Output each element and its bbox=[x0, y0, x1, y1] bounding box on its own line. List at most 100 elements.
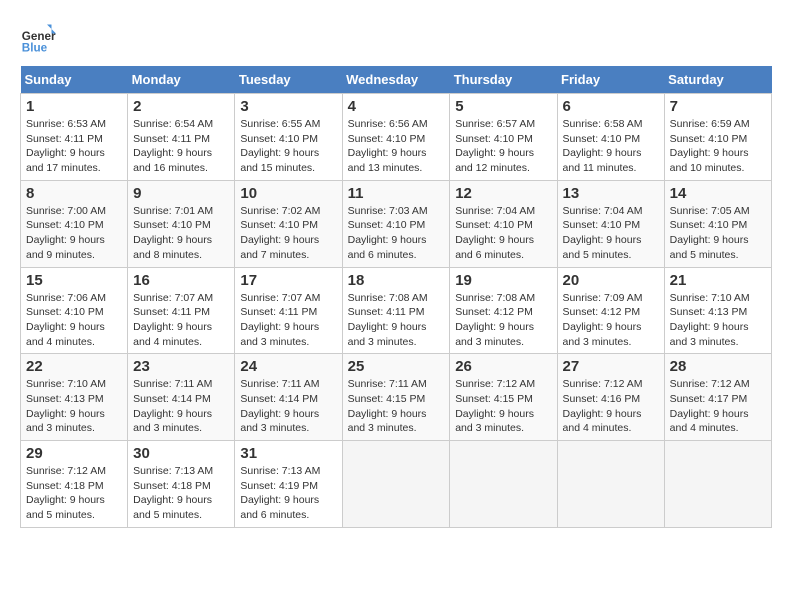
day-info: Sunrise: 7:03 AM Sunset: 4:10 PM Dayligh… bbox=[348, 204, 445, 263]
weekday-header-saturday: Saturday bbox=[664, 66, 771, 94]
day-info: Sunrise: 7:13 AM Sunset: 4:19 PM Dayligh… bbox=[240, 464, 336, 523]
day-number: 3 bbox=[240, 98, 336, 115]
calendar-table: SundayMondayTuesdayWednesdayThursdayFrid… bbox=[20, 66, 772, 528]
day-info: Sunrise: 7:11 AM Sunset: 4:14 PM Dayligh… bbox=[240, 377, 336, 436]
day-number: 17 bbox=[240, 272, 336, 289]
day-number: 5 bbox=[455, 98, 551, 115]
day-number: 22 bbox=[26, 358, 122, 375]
calendar-week-3: 15 Sunrise: 7:06 AM Sunset: 4:10 PM Dayl… bbox=[21, 267, 772, 354]
day-info: Sunrise: 7:12 AM Sunset: 4:17 PM Dayligh… bbox=[670, 377, 766, 436]
calendar-cell: 17 Sunrise: 7:07 AM Sunset: 4:11 PM Dayl… bbox=[235, 267, 342, 354]
weekday-header-sunday: Sunday bbox=[21, 66, 128, 94]
day-number: 12 bbox=[455, 185, 551, 202]
calendar-cell bbox=[342, 441, 450, 528]
day-info: Sunrise: 7:04 AM Sunset: 4:10 PM Dayligh… bbox=[563, 204, 659, 263]
calendar-cell bbox=[557, 441, 664, 528]
weekday-header-tuesday: Tuesday bbox=[235, 66, 342, 94]
day-info: Sunrise: 7:04 AM Sunset: 4:10 PM Dayligh… bbox=[455, 204, 551, 263]
weekday-header-wednesday: Wednesday bbox=[342, 66, 450, 94]
calendar-cell: 1 Sunrise: 6:53 AM Sunset: 4:11 PM Dayli… bbox=[21, 94, 128, 181]
day-info: Sunrise: 7:01 AM Sunset: 4:10 PM Dayligh… bbox=[133, 204, 229, 263]
calendar-cell: 31 Sunrise: 7:13 AM Sunset: 4:19 PM Dayl… bbox=[235, 441, 342, 528]
day-info: Sunrise: 7:08 AM Sunset: 4:11 PM Dayligh… bbox=[348, 291, 445, 350]
day-number: 23 bbox=[133, 358, 229, 375]
day-number: 16 bbox=[133, 272, 229, 289]
day-number: 15 bbox=[26, 272, 122, 289]
calendar-cell: 8 Sunrise: 7:00 AM Sunset: 4:10 PM Dayli… bbox=[21, 180, 128, 267]
day-number: 25 bbox=[348, 358, 445, 375]
calendar-cell: 16 Sunrise: 7:07 AM Sunset: 4:11 PM Dayl… bbox=[128, 267, 235, 354]
weekday-header-thursday: Thursday bbox=[450, 66, 557, 94]
calendar-cell: 15 Sunrise: 7:06 AM Sunset: 4:10 PM Dayl… bbox=[21, 267, 128, 354]
calendar-week-5: 29 Sunrise: 7:12 AM Sunset: 4:18 PM Dayl… bbox=[21, 441, 772, 528]
calendar-cell: 3 Sunrise: 6:55 AM Sunset: 4:10 PM Dayli… bbox=[235, 94, 342, 181]
day-number: 19 bbox=[455, 272, 551, 289]
day-number: 9 bbox=[133, 185, 229, 202]
day-info: Sunrise: 6:54 AM Sunset: 4:11 PM Dayligh… bbox=[133, 117, 229, 176]
calendar-cell: 28 Sunrise: 7:12 AM Sunset: 4:17 PM Dayl… bbox=[664, 354, 771, 441]
day-number: 1 bbox=[26, 98, 122, 115]
svg-text:Blue: Blue bbox=[22, 42, 48, 55]
day-info: Sunrise: 6:59 AM Sunset: 4:10 PM Dayligh… bbox=[670, 117, 766, 176]
day-info: Sunrise: 7:10 AM Sunset: 4:13 PM Dayligh… bbox=[26, 377, 122, 436]
day-info: Sunrise: 6:57 AM Sunset: 4:10 PM Dayligh… bbox=[455, 117, 551, 176]
day-number: 18 bbox=[348, 272, 445, 289]
day-info: Sunrise: 6:58 AM Sunset: 4:10 PM Dayligh… bbox=[563, 117, 659, 176]
calendar-cell: 11 Sunrise: 7:03 AM Sunset: 4:10 PM Dayl… bbox=[342, 180, 450, 267]
day-info: Sunrise: 6:53 AM Sunset: 4:11 PM Dayligh… bbox=[26, 117, 122, 176]
calendar-cell bbox=[450, 441, 557, 528]
calendar-cell: 13 Sunrise: 7:04 AM Sunset: 4:10 PM Dayl… bbox=[557, 180, 664, 267]
day-info: Sunrise: 7:12 AM Sunset: 4:15 PM Dayligh… bbox=[455, 377, 551, 436]
day-number: 10 bbox=[240, 185, 336, 202]
day-number: 11 bbox=[348, 185, 445, 202]
calendar-cell: 30 Sunrise: 7:13 AM Sunset: 4:18 PM Dayl… bbox=[128, 441, 235, 528]
day-info: Sunrise: 6:56 AM Sunset: 4:10 PM Dayligh… bbox=[348, 117, 445, 176]
day-info: Sunrise: 6:55 AM Sunset: 4:10 PM Dayligh… bbox=[240, 117, 336, 176]
day-number: 30 bbox=[133, 445, 229, 462]
day-number: 28 bbox=[670, 358, 766, 375]
day-info: Sunrise: 7:02 AM Sunset: 4:10 PM Dayligh… bbox=[240, 204, 336, 263]
day-info: Sunrise: 7:12 AM Sunset: 4:16 PM Dayligh… bbox=[563, 377, 659, 436]
calendar-cell: 19 Sunrise: 7:08 AM Sunset: 4:12 PM Dayl… bbox=[450, 267, 557, 354]
day-info: Sunrise: 7:10 AM Sunset: 4:13 PM Dayligh… bbox=[670, 291, 766, 350]
calendar-cell: 22 Sunrise: 7:10 AM Sunset: 4:13 PM Dayl… bbox=[21, 354, 128, 441]
calendar-cell: 12 Sunrise: 7:04 AM Sunset: 4:10 PM Dayl… bbox=[450, 180, 557, 267]
day-number: 4 bbox=[348, 98, 445, 115]
calendar-cell: 27 Sunrise: 7:12 AM Sunset: 4:16 PM Dayl… bbox=[557, 354, 664, 441]
day-number: 7 bbox=[670, 98, 766, 115]
day-info: Sunrise: 7:13 AM Sunset: 4:18 PM Dayligh… bbox=[133, 464, 229, 523]
day-info: Sunrise: 7:05 AM Sunset: 4:10 PM Dayligh… bbox=[670, 204, 766, 263]
calendar-cell: 2 Sunrise: 6:54 AM Sunset: 4:11 PM Dayli… bbox=[128, 94, 235, 181]
day-number: 29 bbox=[26, 445, 122, 462]
day-number: 13 bbox=[563, 185, 659, 202]
day-number: 24 bbox=[240, 358, 336, 375]
calendar-cell: 26 Sunrise: 7:12 AM Sunset: 4:15 PM Dayl… bbox=[450, 354, 557, 441]
calendar-cell: 4 Sunrise: 6:56 AM Sunset: 4:10 PM Dayli… bbox=[342, 94, 450, 181]
calendar-cell: 7 Sunrise: 6:59 AM Sunset: 4:10 PM Dayli… bbox=[664, 94, 771, 181]
calendar-cell: 5 Sunrise: 6:57 AM Sunset: 4:10 PM Dayli… bbox=[450, 94, 557, 181]
calendar-cell: 20 Sunrise: 7:09 AM Sunset: 4:12 PM Dayl… bbox=[557, 267, 664, 354]
calendar-cell: 18 Sunrise: 7:08 AM Sunset: 4:11 PM Dayl… bbox=[342, 267, 450, 354]
day-info: Sunrise: 7:07 AM Sunset: 4:11 PM Dayligh… bbox=[240, 291, 336, 350]
calendar-cell: 25 Sunrise: 7:11 AM Sunset: 4:15 PM Dayl… bbox=[342, 354, 450, 441]
day-info: Sunrise: 7:06 AM Sunset: 4:10 PM Dayligh… bbox=[26, 291, 122, 350]
day-info: Sunrise: 7:09 AM Sunset: 4:12 PM Dayligh… bbox=[563, 291, 659, 350]
day-number: 27 bbox=[563, 358, 659, 375]
logo: General Blue bbox=[20, 20, 56, 56]
calendar-cell: 6 Sunrise: 6:58 AM Sunset: 4:10 PM Dayli… bbox=[557, 94, 664, 181]
day-number: 20 bbox=[563, 272, 659, 289]
day-info: Sunrise: 7:11 AM Sunset: 4:15 PM Dayligh… bbox=[348, 377, 445, 436]
day-number: 2 bbox=[133, 98, 229, 115]
day-number: 8 bbox=[26, 185, 122, 202]
day-info: Sunrise: 7:11 AM Sunset: 4:14 PM Dayligh… bbox=[133, 377, 229, 436]
calendar-body: 1 Sunrise: 6:53 AM Sunset: 4:11 PM Dayli… bbox=[21, 94, 772, 528]
calendar-cell: 29 Sunrise: 7:12 AM Sunset: 4:18 PM Dayl… bbox=[21, 441, 128, 528]
calendar-week-4: 22 Sunrise: 7:10 AM Sunset: 4:13 PM Dayl… bbox=[21, 354, 772, 441]
calendar-cell: 24 Sunrise: 7:11 AM Sunset: 4:14 PM Dayl… bbox=[235, 354, 342, 441]
day-number: 31 bbox=[240, 445, 336, 462]
calendar-week-1: 1 Sunrise: 6:53 AM Sunset: 4:11 PM Dayli… bbox=[21, 94, 772, 181]
calendar-cell: 10 Sunrise: 7:02 AM Sunset: 4:10 PM Dayl… bbox=[235, 180, 342, 267]
calendar-cell: 23 Sunrise: 7:11 AM Sunset: 4:14 PM Dayl… bbox=[128, 354, 235, 441]
weekday-header-friday: Friday bbox=[557, 66, 664, 94]
calendar-week-2: 8 Sunrise: 7:00 AM Sunset: 4:10 PM Dayli… bbox=[21, 180, 772, 267]
